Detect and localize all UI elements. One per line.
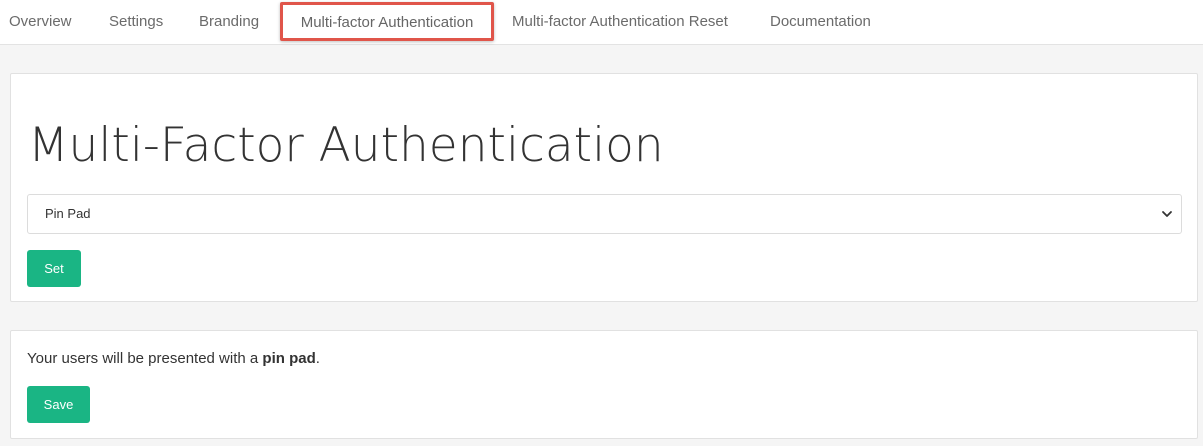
tab-multi-factor-authentication[interactable]: Multi-factor Authentication	[280, 2, 494, 41]
chevron-down-icon	[1162, 211, 1172, 217]
info-text-prefix: Your users will be presented with a	[27, 350, 263, 367]
tab-multi-factor-authentication-reset[interactable]: Multi-factor Authentication Reset	[512, 0, 728, 43]
mfa-settings-card: Multi-Factor Authentication Pin Pad Set	[10, 73, 1198, 302]
tab-documentation[interactable]: Documentation	[770, 0, 871, 43]
mfa-method-select[interactable]: Pin Pad	[27, 194, 1182, 234]
info-text-suffix: .	[315, 350, 320, 367]
info-card: Your users will be presented with a pin …	[10, 330, 1198, 439]
set-button[interactable]: Set	[27, 250, 81, 287]
tab-bar: Overview Settings Branding Multi-factor …	[0, 0, 1203, 45]
presentation-info-text: Your users will be presented with a pin …	[27, 350, 320, 367]
tab-branding[interactable]: Branding	[199, 0, 259, 43]
tab-settings[interactable]: Settings	[109, 0, 163, 43]
info-text-method: pin pad	[262, 350, 316, 367]
save-button[interactable]: Save	[27, 386, 90, 423]
page-title: Multi-Factor Authentication	[28, 118, 664, 173]
tab-overview[interactable]: Overview	[9, 0, 72, 43]
mfa-method-selected-value: Pin Pad	[45, 206, 91, 221]
